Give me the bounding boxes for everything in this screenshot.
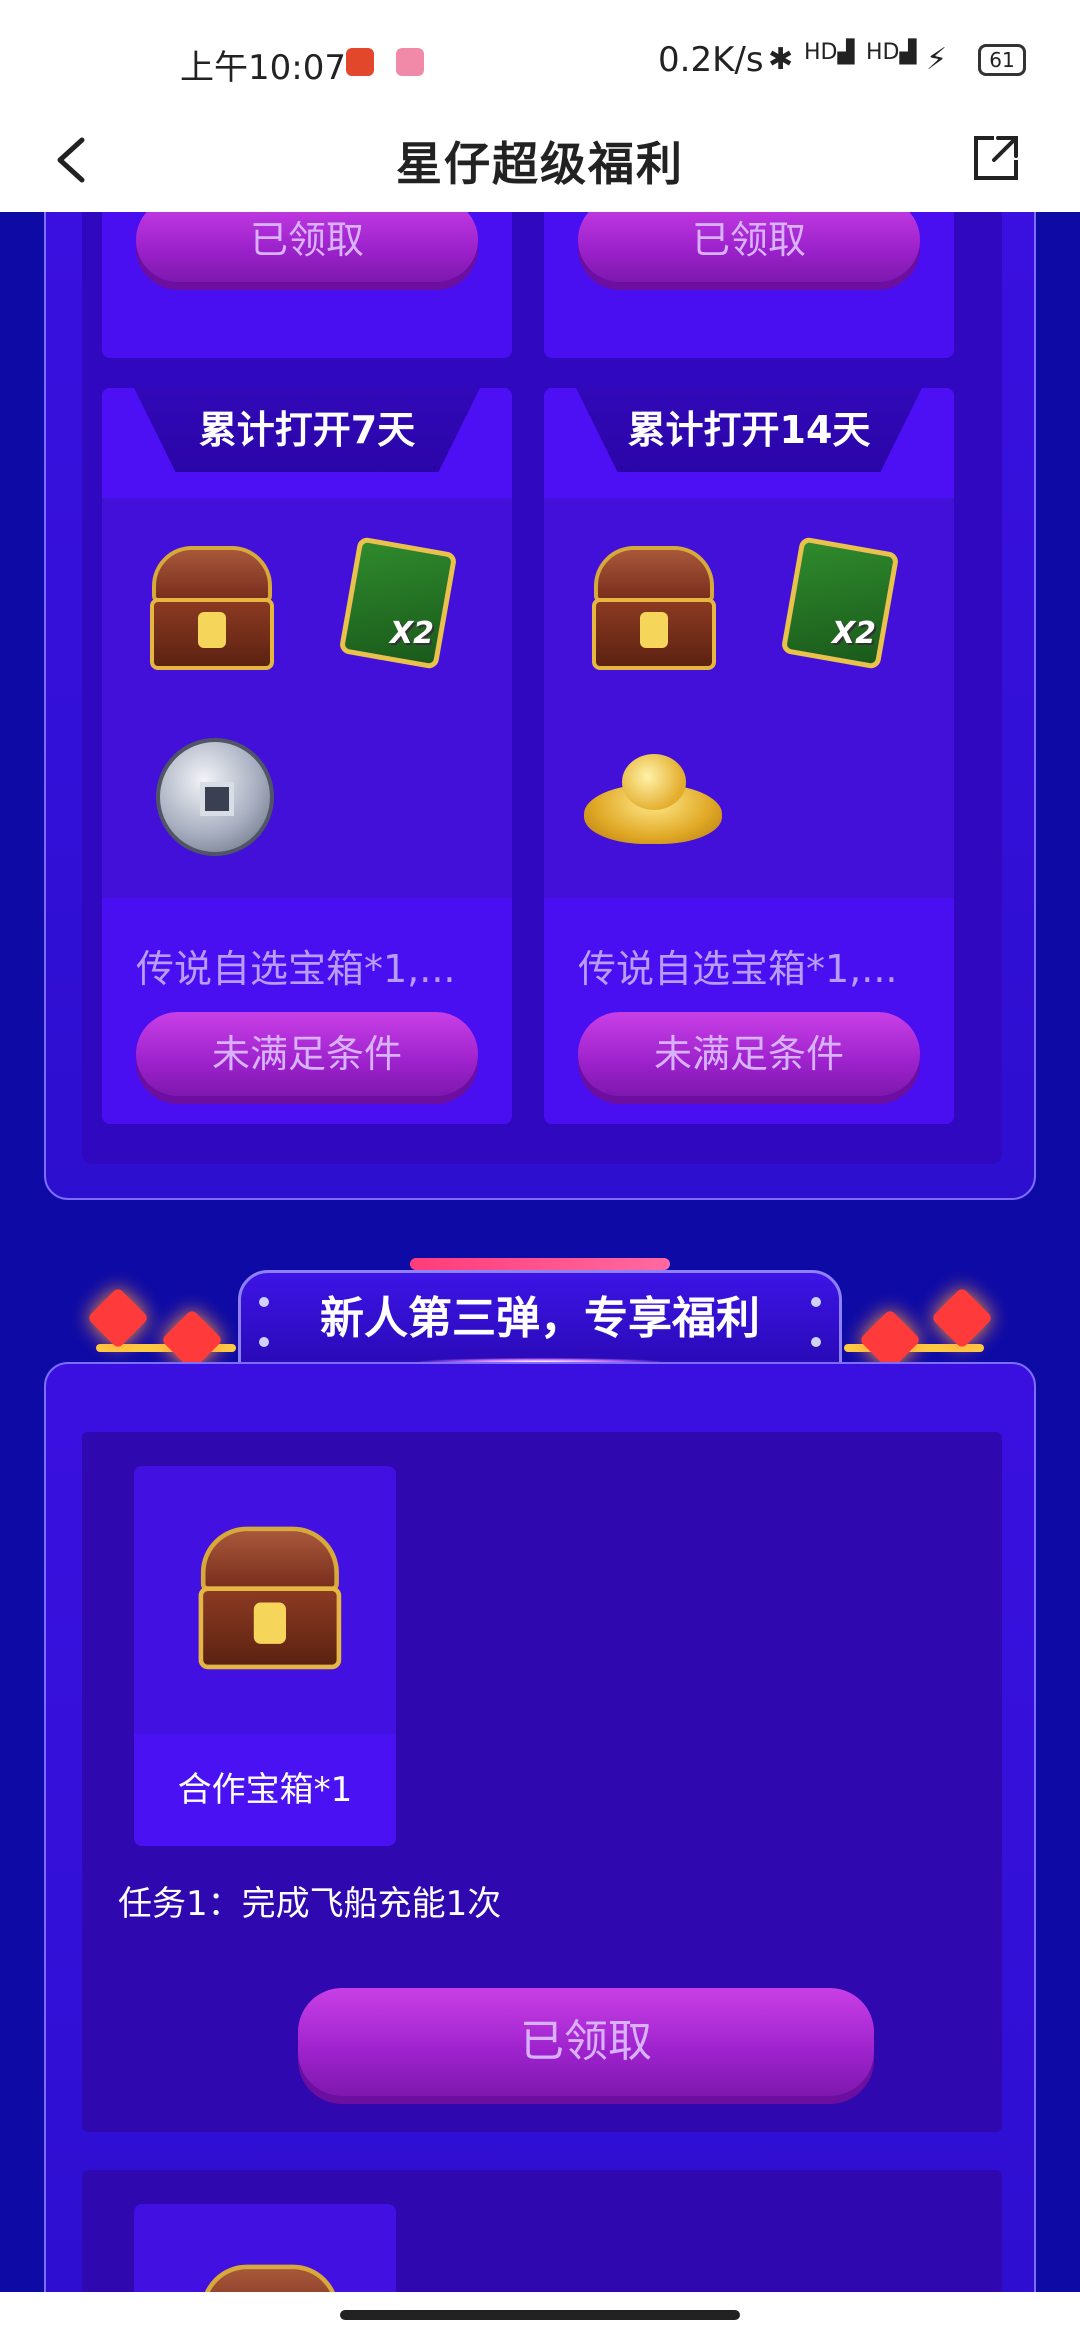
- welfare-grid: 已领取 已领取 累计打开7天 X2 传说自选宝箱*1,... 未满足条件 累计打…: [82, 212, 1002, 1164]
- page-content[interactable]: 已领取 已领取 累计打开7天 X2 传说自选宝箱*1,... 未满足条件 累计打…: [0, 212, 1080, 2292]
- section-title: 新人第三弹，专享福利: [238, 1270, 842, 1366]
- newcomer-welfare-panel: 合作宝箱*1 任务1：完成飞船充能1次 已领取: [44, 1362, 1036, 2292]
- page-title: 星仔超级福利: [396, 137, 684, 191]
- signal-icon-2: HD▟: [866, 40, 917, 65]
- not-qualified-button[interactable]: 未满足条件: [578, 1012, 920, 1096]
- treasure-chest-icon: [588, 542, 720, 676]
- task-description: 任务1：完成飞船充能1次: [118, 1884, 502, 1924]
- gold-ingot-icon: [584, 754, 722, 854]
- status-bar: 上午10:07 0.2K/s ✱ HD▟ HD▟ ⚡ 61: [0, 0, 1080, 110]
- signal-hd-label-2: HD: [866, 40, 900, 65]
- claimed-button[interactable]: 已领取: [578, 212, 920, 282]
- reward-items-area: X2: [544, 498, 954, 898]
- reward-description: 传说自选宝箱*1,...: [578, 947, 898, 991]
- reward-items-area: X2: [102, 498, 512, 898]
- silver-coin-icon: [156, 738, 274, 856]
- key-card-x2-icon: X2: [780, 536, 900, 670]
- reward-label: 合作宝箱*1: [134, 1734, 396, 1846]
- not-qualified-button[interactable]: 未满足条件: [136, 1012, 478, 1096]
- section-title-banner: 新人第三弹，专享福利: [0, 1252, 1080, 1372]
- lantern-icon: [930, 1286, 994, 1350]
- x2-label: X2: [390, 616, 435, 651]
- app-header: 星仔超级福利: [0, 110, 1080, 212]
- card-title: 累计打开14天: [576, 388, 922, 472]
- claimed-button[interactable]: 已领取: [136, 212, 478, 282]
- reward-card-partial-left: 已领取: [102, 212, 512, 358]
- key-card-x2-icon: X2: [338, 536, 458, 670]
- status-time: 上午10:07: [180, 48, 346, 88]
- reward-description: 传说自选宝箱*1,...: [136, 947, 456, 991]
- share-icon[interactable]: [968, 130, 1024, 186]
- task-card: 合作宝箱*1 任务1：完成飞船充能1次 已领取: [82, 1432, 1002, 2132]
- battery-icon: 61: [978, 44, 1026, 76]
- reward-tile: 合作宝箱*1: [134, 1466, 396, 1846]
- bluetooth-icon: ✱: [768, 42, 794, 77]
- cooperation-chest-icon: [194, 1522, 346, 1676]
- cooperation-chest-icon: [194, 2260, 346, 2292]
- network-speed: 0.2K/s: [658, 40, 764, 80]
- task-card: [82, 2170, 1002, 2292]
- title-accent-bar: [410, 1258, 670, 1270]
- x2-label: X2: [832, 616, 877, 651]
- welfare-panel: 已领取 已领取 累计打开7天 X2 传说自选宝箱*1,... 未满足条件 累计打…: [44, 212, 1036, 1200]
- notification-book-icon: [396, 48, 424, 76]
- reward-tile: [134, 2204, 396, 2292]
- wifi-icon: ⚡: [926, 42, 948, 77]
- section-title-text: 新人第三弹，专享福利: [320, 1293, 760, 1344]
- reward-card-7-days: 累计打开7天 X2 传说自选宝箱*1,... 未满足条件: [102, 388, 512, 1124]
- card-title: 累计打开7天: [134, 388, 480, 472]
- claimed-button[interactable]: 已领取: [298, 1988, 874, 2096]
- signal-icon: HD▟: [804, 40, 855, 65]
- signal-hd-label: HD: [804, 40, 838, 65]
- reward-card-partial-right: 已领取: [544, 212, 954, 358]
- notification-app-icon: [346, 48, 374, 76]
- home-indicator: [0, 2292, 1080, 2340]
- home-bar[interactable]: [340, 2310, 740, 2320]
- lantern-icon: [86, 1286, 150, 1350]
- reward-card-14-days: 累计打开14天 X2 传说自选宝箱*1,... 未满足条件: [544, 388, 954, 1124]
- treasure-chest-icon: [146, 542, 278, 676]
